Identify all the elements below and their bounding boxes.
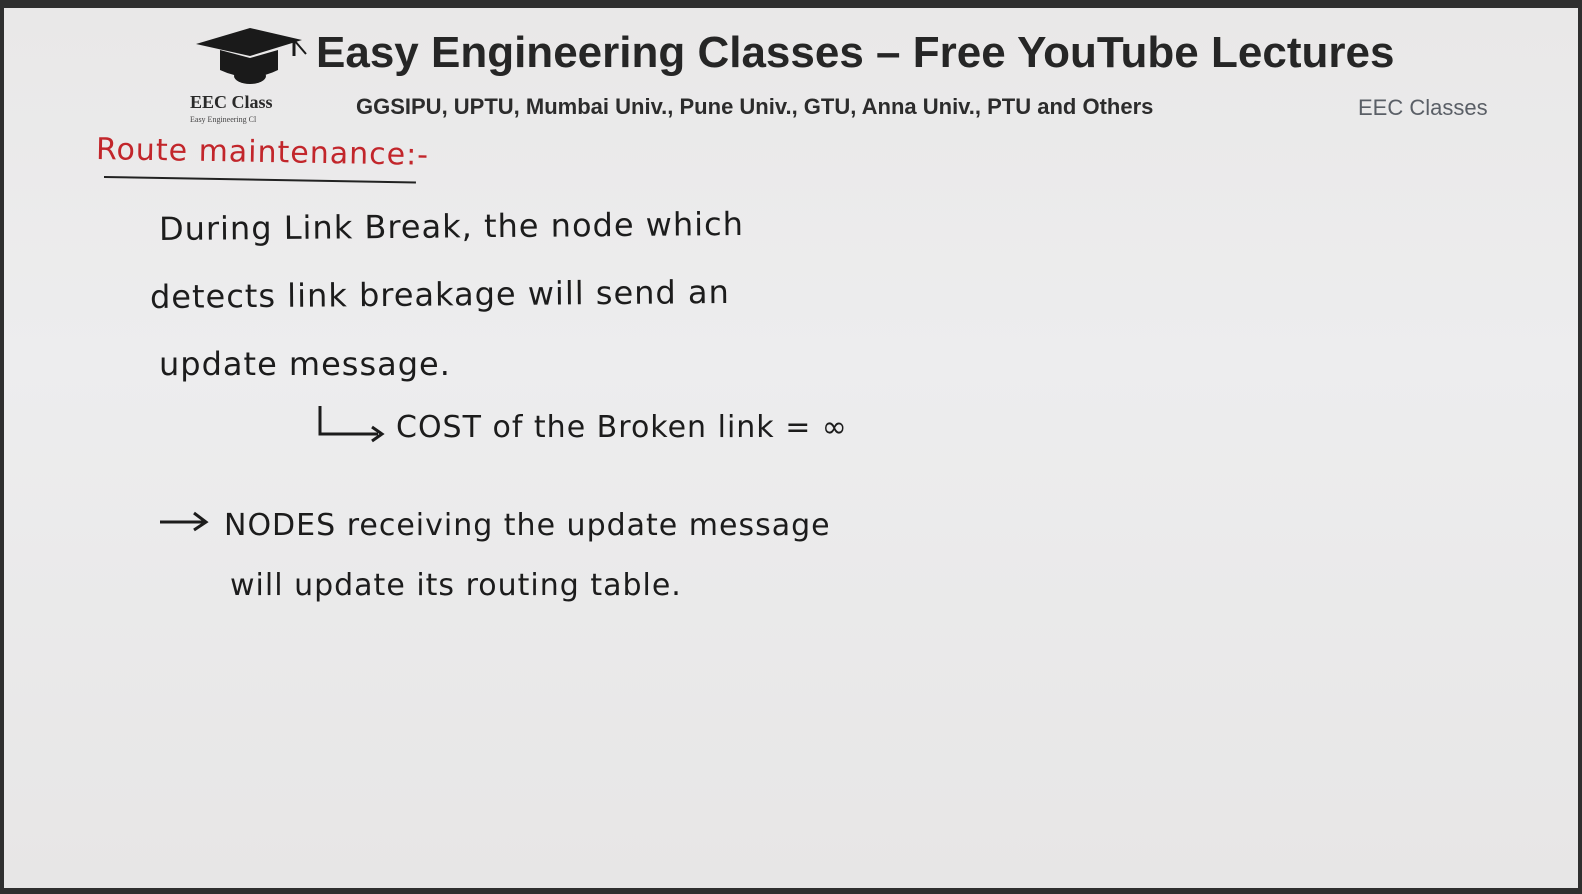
bullet-line: will update its routing table. [230, 568, 682, 603]
right-arrow-icon [160, 511, 209, 532]
paragraph-line: detects link breakage will send an [149, 272, 730, 316]
title-underline [103, 176, 416, 184]
paragraph-line: update message. [159, 345, 451, 383]
logo-name: EEC Class [190, 92, 273, 112]
graduation-cap-icon [196, 28, 307, 84]
header-subtitle: GGSIPU, UPTU, Mumbai Univ., Pune Univ., … [356, 94, 1154, 119]
channel-name: EEC Classes [1358, 95, 1488, 120]
paragraph-line: During Link Break, the node which [158, 204, 745, 248]
hook-arrow-icon [318, 406, 385, 443]
logo-tagline: Easy Engineering Cl [190, 115, 257, 124]
sub-point: COST of the Broken link = ∞ [396, 410, 848, 445]
eec-logo: EEC Class Easy Engineering Cl [190, 26, 320, 124]
header-title: Easy Engineering Classes – Free YouTube … [316, 28, 1395, 77]
notes-title: Route maintenance:- [95, 132, 430, 173]
whiteboard-frame: EEC Class Easy Engineering Cl Easy Engin… [4, 8, 1578, 888]
bullet-line: NODES receiving the update message [224, 508, 831, 543]
